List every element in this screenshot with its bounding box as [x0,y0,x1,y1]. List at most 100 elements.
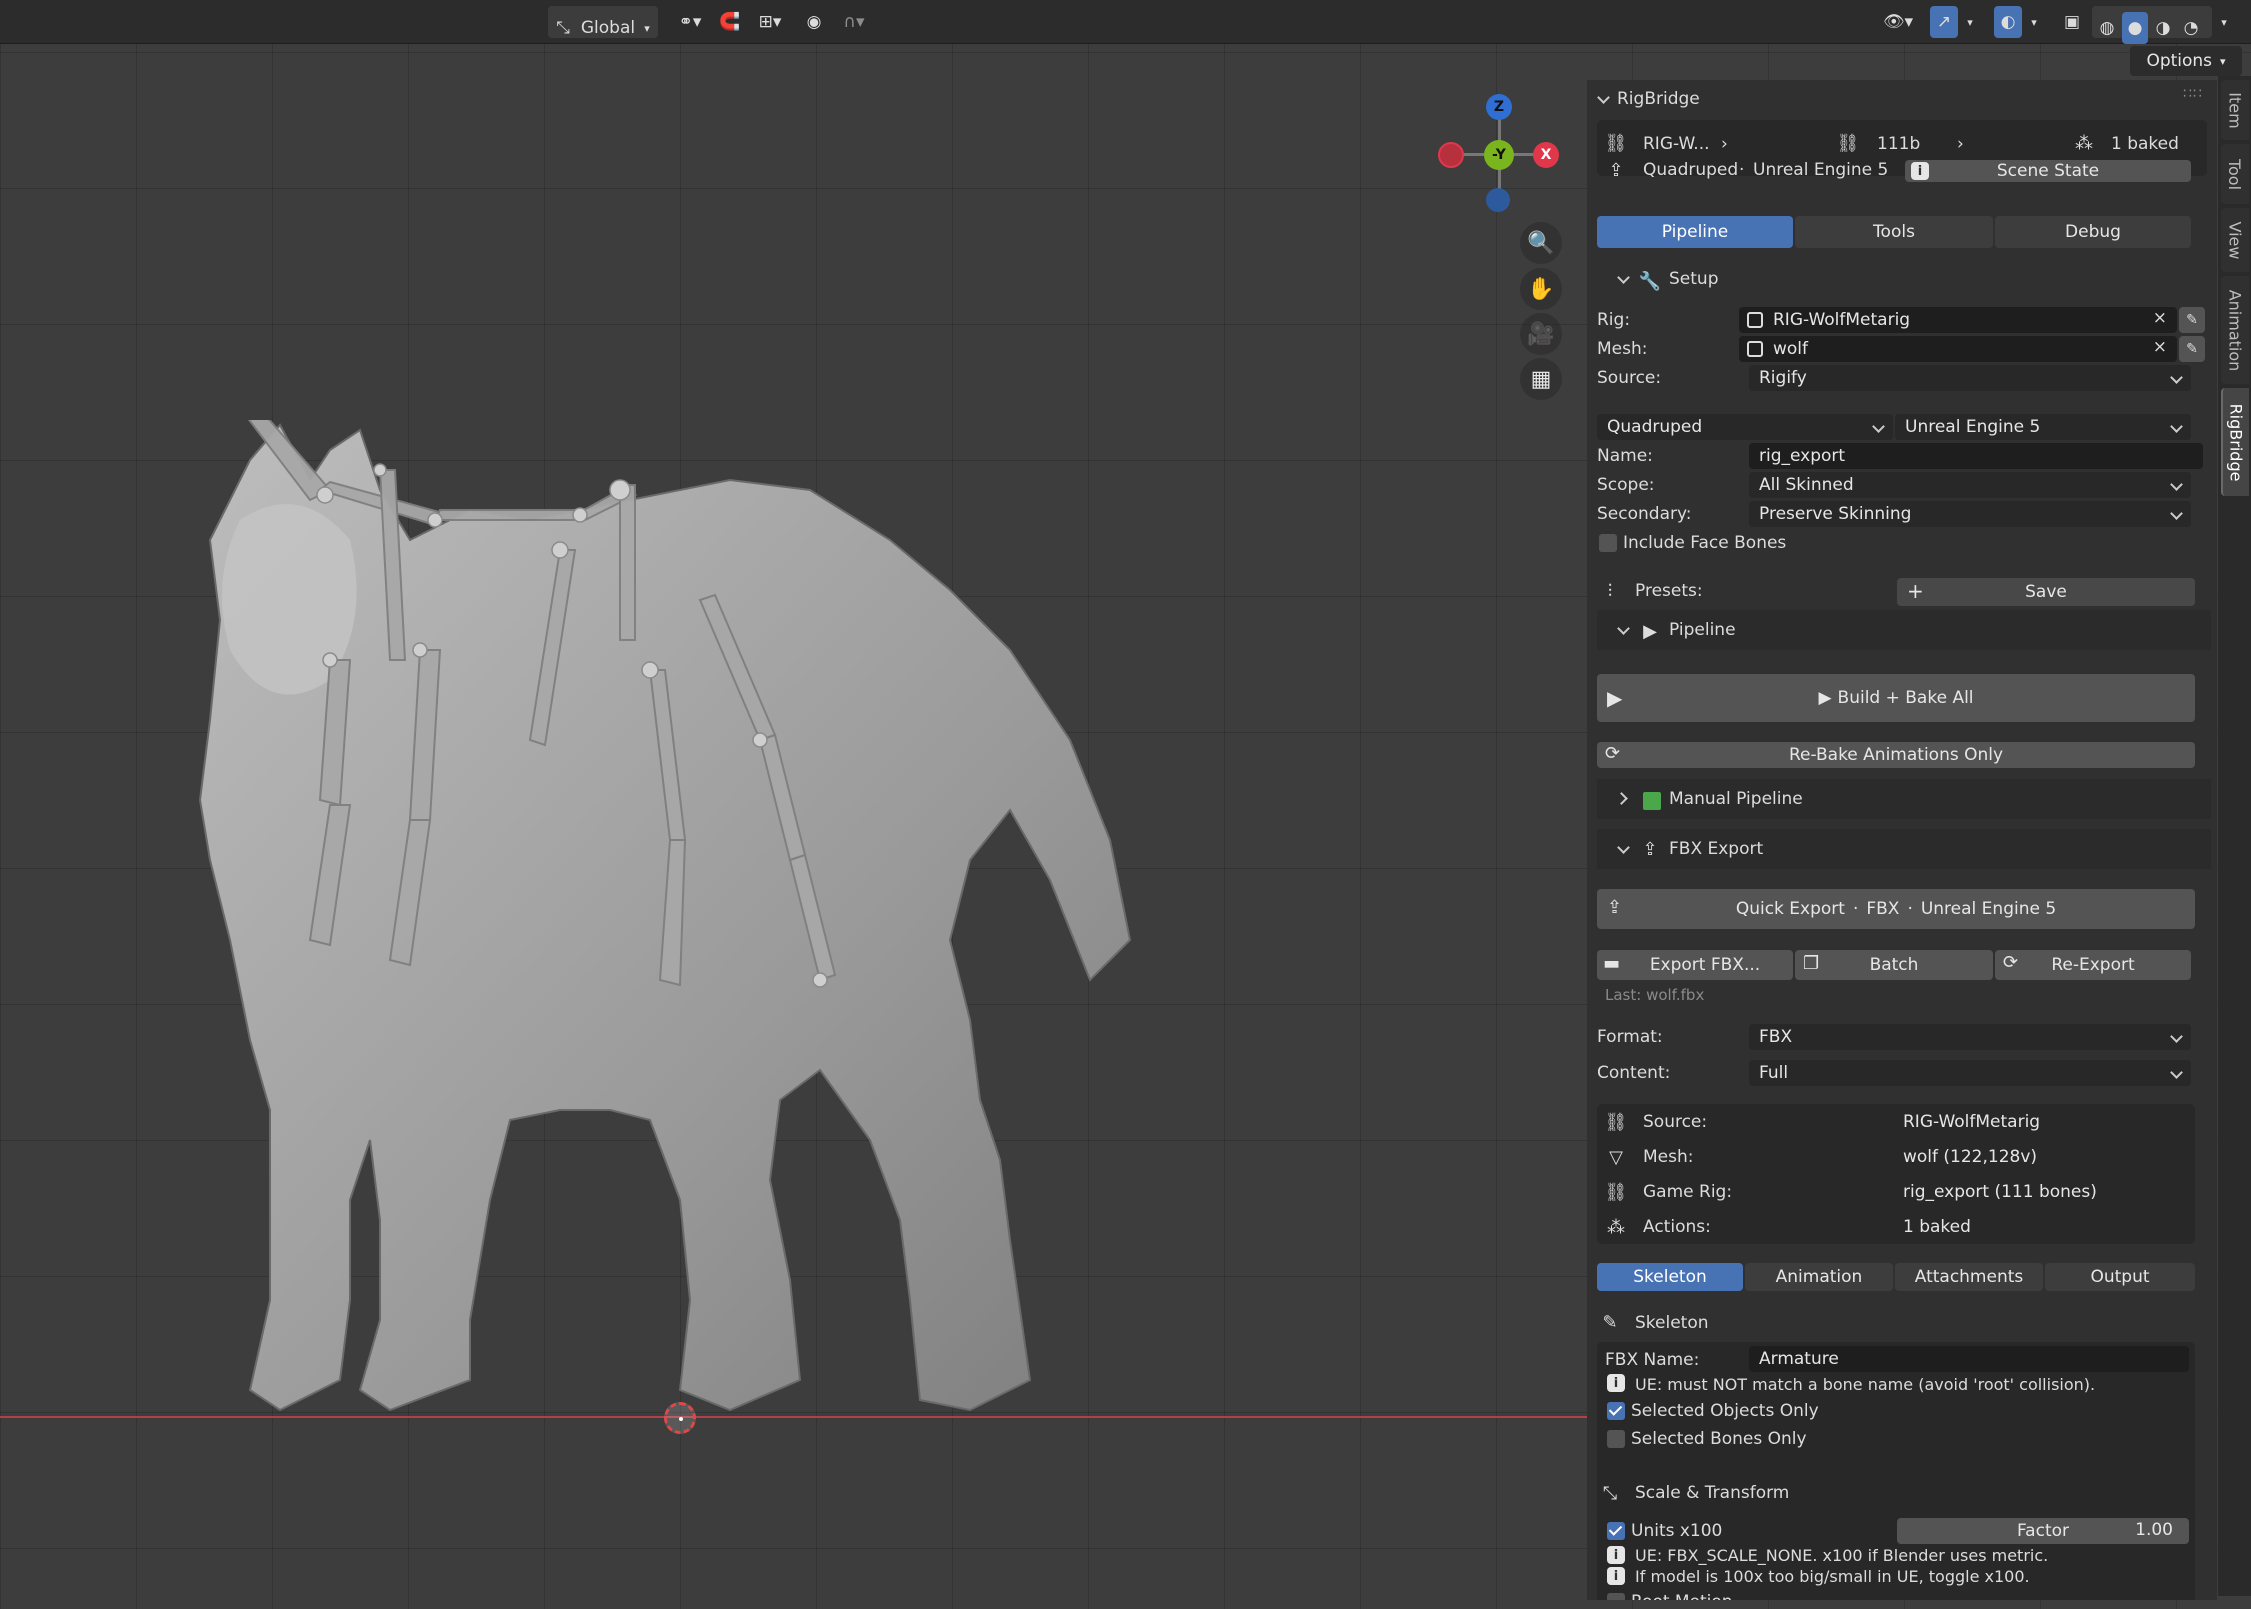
solid-shading-icon[interactable]: ● [2122,12,2148,44]
pivot-point-icon[interactable]: ⚭▾ [670,6,710,38]
selected-objects-only-checkbox[interactable] [1607,1402,1625,1420]
3d-cursor[interactable] [664,1402,696,1434]
setup-chevron-icon[interactable] [1617,271,1630,284]
subtab-attachments[interactable]: Attachments [1895,1263,2043,1291]
pan-hand-icon[interactable]: ✋ [1520,268,1562,310]
overlays-toggle-icon[interactable]: ◐ [1994,6,2022,38]
scope-dropdown[interactable]: All Skinned [1749,472,2191,498]
shading-dropdown-icon[interactable]: ▾ [2214,6,2234,38]
xray-toggle-icon[interactable]: ▣ [2058,6,2086,38]
scene-state-button[interactable]: i Scene State [1905,160,2191,182]
tab-item[interactable]: Item [2221,80,2249,140]
tab-tools[interactable]: Tools [1795,216,1993,248]
transform-orientation-dropdown[interactable]: ⤡ Global ▾ [548,6,658,38]
subtab-animation[interactable]: Animation [1745,1263,1893,1291]
gizmo-neg-z-icon[interactable] [1486,188,1510,212]
camera-view-icon[interactable]: 🎥 [1520,313,1562,355]
units-x100-checkbox[interactable] [1607,1522,1625,1540]
skeleton-title: Skeleton [1635,1313,1709,1333]
template-dropdown[interactable]: Quadruped [1597,414,1893,440]
target-engine-dropdown[interactable]: Unreal Engine 5 [1895,414,2191,440]
gizmo-neg-x-icon[interactable] [1438,142,1464,168]
drag-handle-icon[interactable]: ∷∷ [2183,86,2203,102]
wolf-model[interactable] [180,420,1270,1420]
summary-rig[interactable]: RIG-W... [1643,134,1710,154]
info-actions-label: Actions: [1643,1217,1711,1237]
gizmo-dropdown-icon[interactable]: ▾ [1960,6,1980,38]
tab-tool[interactable]: Tool [2221,144,2249,204]
snap-target-icon[interactable]: ⊞▾ [748,6,792,38]
build-bake-all-button[interactable]: ▶ ▶ Build + Bake All [1597,674,2195,722]
root-motion-label: Root Motion [1631,1592,1733,1600]
format-dropdown[interactable]: FBX [1749,1024,2191,1050]
falloff-icon[interactable]: ∩▾ [834,6,874,38]
selected-bones-only-checkbox[interactable] [1607,1430,1625,1448]
root-motion-checkbox[interactable] [1607,1593,1625,1600]
tab-rigbridge[interactable]: RigBridge [2221,388,2249,496]
action-icon: ⁂ [1607,1216,1625,1238]
content-dropdown[interactable]: Full [1749,1060,2191,1086]
tab-pipeline[interactable]: Pipeline [1597,216,1793,248]
visibility-eye-icon[interactable]: 👁▾ [1876,6,1920,38]
units-x100-label: Units x100 [1631,1521,1723,1541]
zoom-icon[interactable]: 🔍 [1520,222,1562,264]
quick-export-button[interactable]: ⇪ Quick Export · FBX · Unreal Engine 5 [1597,889,2195,929]
tab-debug[interactable]: Debug [1995,216,2191,248]
secondary-dropdown[interactable]: Preserve Skinning [1749,501,2191,527]
reexport-button[interactable]: ⟳ Re-Export [1995,950,2191,980]
transform-axes-icon: ⤡ [1602,1482,1618,1504]
subtab-output[interactable]: Output [2045,1263,2195,1291]
export-fbx-button[interactable]: ▬ Export FBX... [1597,950,1793,980]
gizmo-toggle-icon[interactable]: ↗ [1930,6,1958,38]
rig-field[interactable]: RIG-WolfMetarig × [1739,307,2177,333]
name-label: Name: [1597,446,1653,466]
summary-rig-chevron-icon[interactable]: › [1721,134,1728,154]
orientation-axes-icon: ⤡ [556,18,570,38]
info-icon: i [1911,162,1929,180]
rendered-shading-icon[interactable]: ◔ [2178,12,2204,44]
tab-animation[interactable]: Animation [2221,276,2249,384]
eyedropper-icon[interactable]: ✎ [2179,336,2205,362]
armature-icon: ⛓ [1604,1181,1628,1203]
factor-slider[interactable]: Factor 1.00 [1897,1518,2189,1544]
tools-icon: 🔧 [1638,270,1662,292]
name-field[interactable]: rig_export [1749,443,2203,469]
batch-export-button[interactable]: ❐ Batch [1795,950,1993,980]
wireframe-shading-icon[interactable]: ◍ [2094,12,2120,44]
info-icon: i [1607,1374,1625,1392]
source-dropdown[interactable]: Rigify [1749,365,2191,391]
rig-label: Rig: [1597,310,1631,330]
include-face-bones-checkbox[interactable] [1599,534,1617,552]
gizmo-z-icon[interactable]: Z [1486,94,1512,120]
overlays-dropdown-icon[interactable]: ▾ [2024,6,2044,38]
eyedropper-icon[interactable]: ✎ [2179,307,2205,333]
play-icon: ▶ [1818,688,1832,708]
mesh-field[interactable]: wolf × [1739,336,2177,362]
proportional-editing-icon[interactable]: ◉ [800,6,828,38]
snap-toggle-icon[interactable]: 🧲 [716,6,744,38]
info-mesh-label: Mesh: [1643,1147,1694,1167]
rebake-animations-button[interactable]: ⟳ Re-Bake Animations Only [1597,742,2195,768]
save-preset-button[interactable]: + Save [1897,578,2195,606]
clear-icon[interactable]: × [2153,308,2167,328]
material-shading-icon[interactable]: ◑ [2150,12,2176,44]
subtab-skeleton[interactable]: Skeleton [1597,1263,1743,1291]
info-source-value: RIG-WolfMetarig [1903,1112,2041,1132]
tab-view[interactable]: View [2221,208,2249,272]
action-icon: ⁂ [2075,132,2093,154]
clear-icon[interactable]: × [2153,337,2167,357]
selected-objects-only-label: Selected Objects Only [1631,1401,1819,1421]
fbx-name-field[interactable]: Armature [1749,1346,2189,1372]
gizmo-x-icon[interactable]: X [1533,142,1559,168]
ortho-grid-icon[interactable]: ▦ [1520,358,1562,400]
rigbridge-panel: RigBridge ∷∷ ⛓ RIG-W... › ⛓ 111b › ⁂ 1 b… [1587,80,2217,1600]
summary-bones-chevron-icon[interactable]: › [1957,134,1964,154]
armature-icon: ⛓ [1604,132,1628,154]
scope-label: Scope: [1597,475,1655,495]
bone-icon: ✎ [1602,1311,1618,1333]
export-icon: ⇪ [1607,897,1623,918]
folder-icon: ▬ [1603,953,1621,974]
options-dropdown[interactable]: Options ▾ [2130,46,2242,76]
gizmo-y-icon[interactable]: -Y [1484,140,1514,170]
collapse-chevron-icon[interactable] [1597,91,1610,104]
